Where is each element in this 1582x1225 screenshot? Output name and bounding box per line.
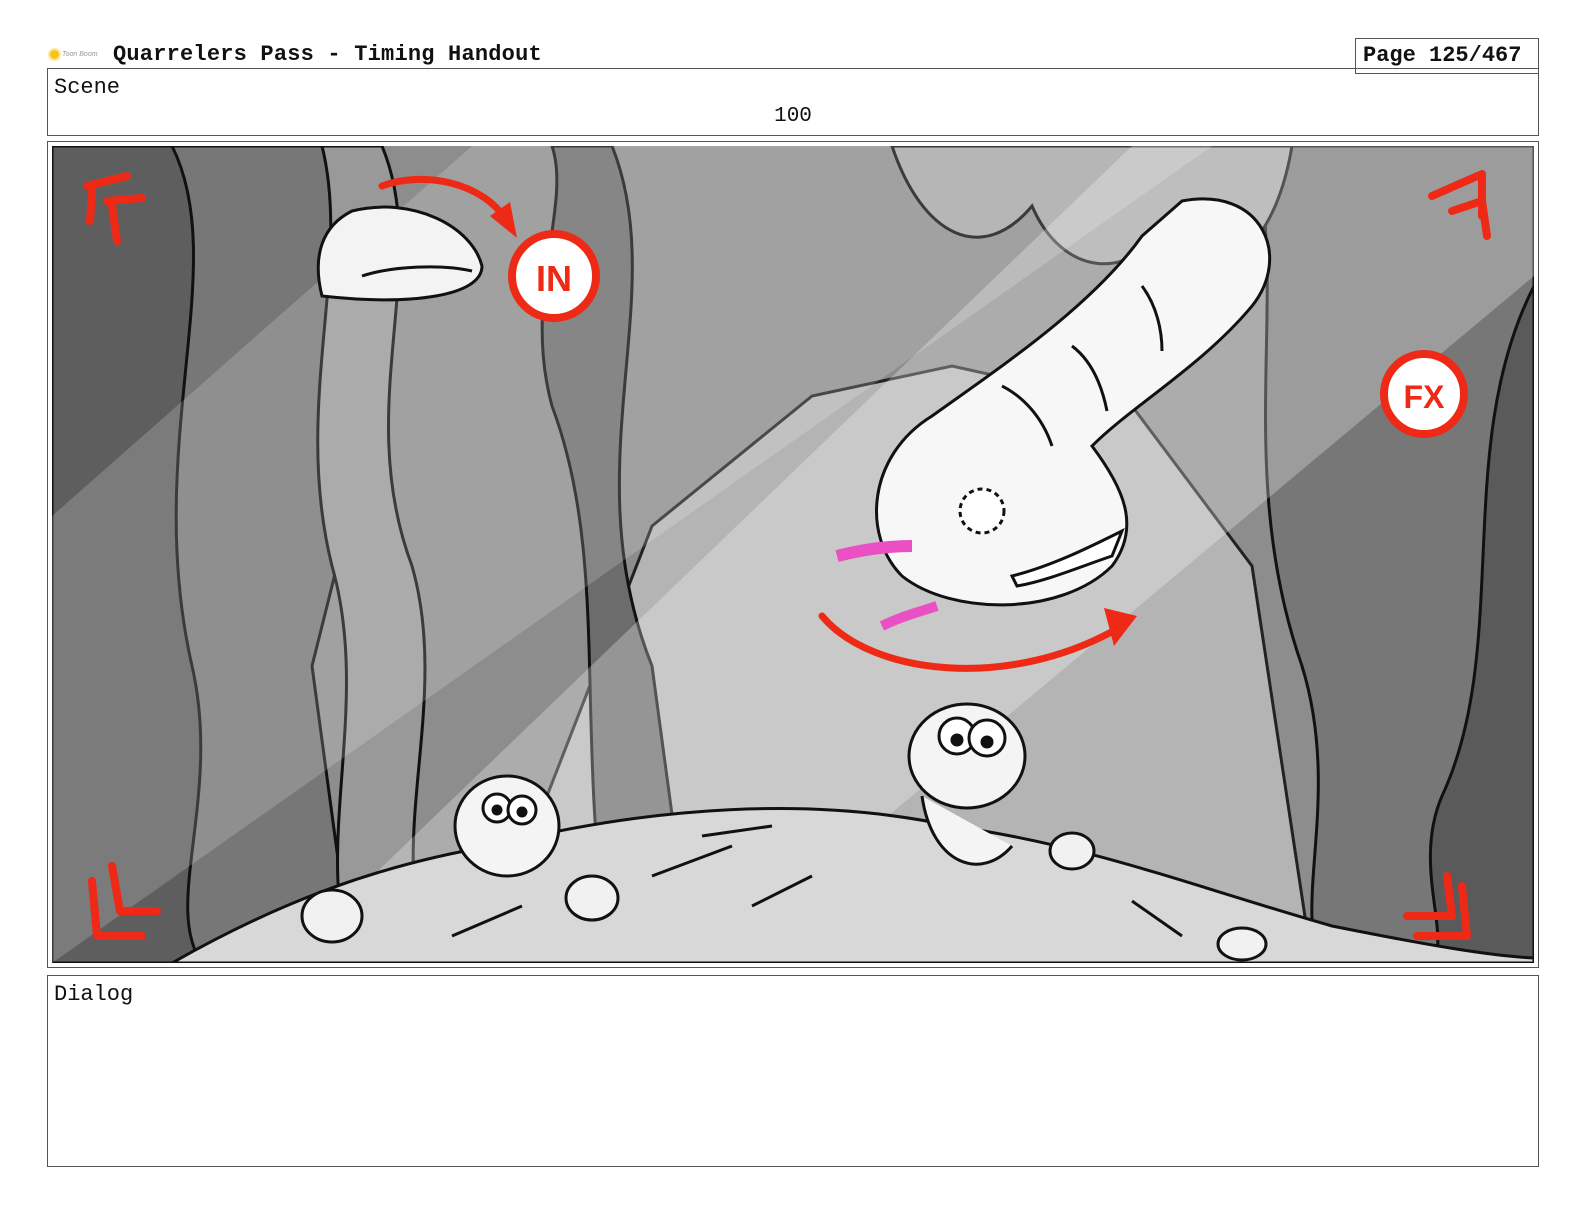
storyboard-drawing: IN FX (52, 146, 1534, 963)
in-mark: IN (508, 230, 600, 322)
logo-text: Toon Boom (62, 51, 98, 58)
in-mark-label: IN (536, 258, 572, 299)
fx-mark: FX (1380, 350, 1468, 438)
sun-icon (50, 50, 59, 59)
scene-field: Scene 100 (47, 68, 1539, 136)
fx-mark-label: FX (1404, 379, 1446, 415)
dialog-field: Dialog (47, 975, 1539, 1167)
storyboard-panel-frame: IN FX (47, 141, 1539, 968)
toon-boom-logo: Toon Boom (50, 50, 98, 59)
dialog-label: Dialog (54, 982, 134, 1007)
storyboard-panel: IN FX (52, 146, 1534, 963)
character-left (453, 774, 561, 878)
document-title: Quarrelers Pass - Timing Handout (113, 42, 542, 67)
scene-label: Scene (54, 75, 121, 100)
scene-number: 100 (774, 105, 812, 128)
